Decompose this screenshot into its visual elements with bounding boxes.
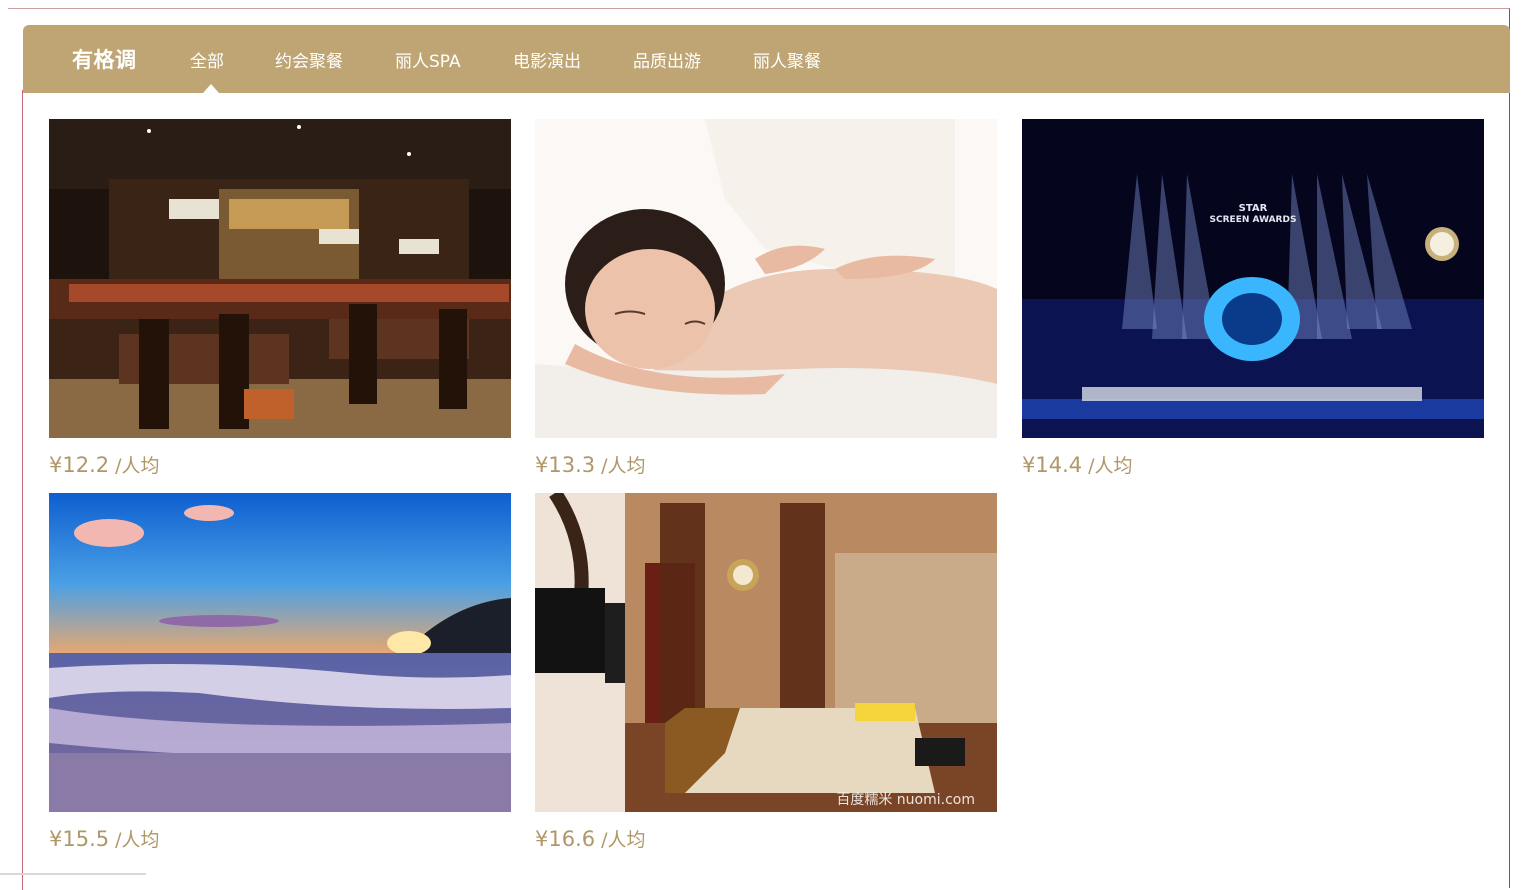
price-unit: /人均 <box>115 829 160 851</box>
stage-sign-star: STAR <box>1239 203 1268 214</box>
deal-image-spa-massage[interactable] <box>535 119 997 438</box>
stage-sign-screen-awards: SCREEN AWARDS <box>1210 215 1297 225</box>
price-unit: /人均 <box>115 455 160 477</box>
deal-card: ¥13.3/人均 <box>535 119 997 481</box>
price-amount: ¥14.4 <box>1022 453 1083 477</box>
horizontal-scrollbar[interactable] <box>0 873 146 875</box>
price-amount: ¥13.3 <box>535 453 596 477</box>
deal-image-spa-room[interactable]: 百度糯米 nuomi.com <box>535 493 997 812</box>
deal-price: ¥16.6/人均 <box>535 825 997 855</box>
deal-price: ¥13.3/人均 <box>535 451 997 481</box>
deal-image-restaurant[interactable] <box>49 119 511 438</box>
deal-card: 百度糯米 nuomi.com ¥16.6/人均 <box>535 493 997 855</box>
active-tab-indicator <box>203 84 219 93</box>
price-amount: ¥15.5 <box>49 827 110 851</box>
price-unit: /人均 <box>1088 455 1133 477</box>
tab-beauty-spa[interactable]: 丽人SPA <box>395 47 461 72</box>
deal-card: STAR SCREEN AWARDS ¥14.4/人均 <box>1022 119 1484 481</box>
deal-card: ¥15.5/人均 <box>49 493 511 855</box>
deal-price: ¥12.2/人均 <box>49 451 511 481</box>
price-unit: /人均 <box>601 455 646 477</box>
image-watermark: 百度糯米 nuomi.com <box>836 792 975 808</box>
deal-price: ¥14.4/人均 <box>1022 451 1484 481</box>
tab-beauty-dinner[interactable]: 丽人聚餐 <box>753 47 821 72</box>
deal-card: ¥12.2/人均 <box>49 119 511 481</box>
price-amount: ¥12.2 <box>49 453 110 477</box>
price-unit: /人均 <box>601 829 646 851</box>
deal-image-concert[interactable]: STAR SCREEN AWARDS <box>1022 119 1484 438</box>
deal-price: ¥15.5/人均 <box>49 825 511 855</box>
price-amount: ¥16.6 <box>535 827 596 851</box>
tab-quality-travel[interactable]: 品质出游 <box>633 47 701 72</box>
deal-image-beach[interactable] <box>49 493 511 812</box>
tab-all[interactable]: 全部 <box>190 47 224 72</box>
category-header: 有格调 全部 约会聚餐 丽人SPA 电影演出 品质出游 丽人聚餐 <box>23 25 1510 93</box>
category-panel: 有格调 全部 约会聚餐 丽人SPA 电影演出 品质出游 丽人聚餐 ¥12.2 /… <box>23 25 1510 885</box>
brand-title: 有格调 <box>72 48 137 72</box>
tab-dating-dinner[interactable]: 约会聚餐 <box>275 47 343 72</box>
tab-movies-shows[interactable]: 电影演出 <box>513 47 581 72</box>
